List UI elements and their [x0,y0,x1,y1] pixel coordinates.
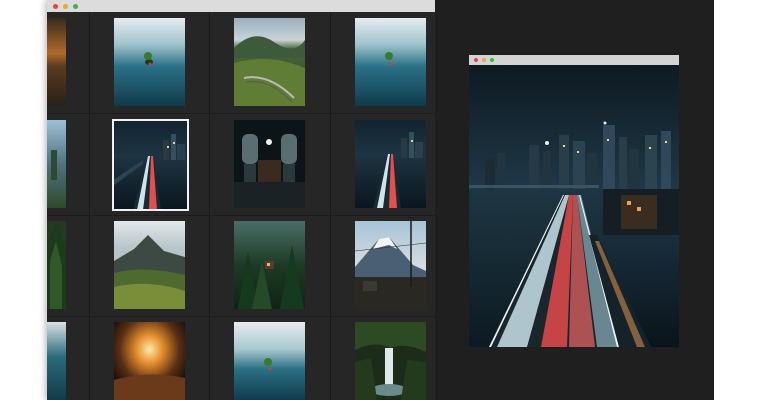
preview-window [469,55,679,347]
close-button[interactable] [53,4,58,9]
minimize-button[interactable] [482,58,486,62]
gallery-thumbnail-partial[interactable] [47,322,66,400]
gallery-thumbnail-lake-island[interactable] [114,18,185,106]
preview-titlebar[interactable] [469,55,679,65]
grid-divider [47,215,435,216]
gallery-thumbnail-fuji-powerlines[interactable] [355,221,426,309]
gallery-thumbnail-partial[interactable] [47,221,66,309]
gallery-thumbnail-green-valley[interactable] [234,18,305,106]
minimize-button[interactable] [63,4,68,9]
gallery-thumbnail-partial[interactable] [47,120,66,208]
preview-image-night-city-bridge[interactable] [469,65,679,347]
grid-divider [47,316,435,317]
gallery-window [47,0,435,400]
grid-divider [209,12,210,400]
grid-divider [47,113,435,114]
gallery-thumbnail-forest-cabin[interactable] [234,221,305,309]
gallery-thumbnail-dark-interior[interactable] [234,120,305,208]
gallery-thumbnail-partial[interactable] [47,18,66,106]
maximize-button[interactable] [73,4,78,9]
gallery-thumbnail-lake-island[interactable] [234,322,305,400]
gallery-thumbnail-waterfall-forest[interactable] [355,322,426,400]
grid-divider [330,12,331,400]
gallery-thumbnail-night-city-bridge[interactable] [355,120,426,208]
gallery-titlebar[interactable] [47,0,435,12]
maximize-button[interactable] [490,58,494,62]
gallery-thumbnail-sunset-light[interactable] [114,322,185,400]
close-button[interactable] [474,58,478,62]
gallery-thumbnail-lake-island[interactable] [355,18,426,106]
gallery-thumbnail-night-city-bridge-selected[interactable] [112,119,189,211]
grid-divider [89,12,90,400]
gallery-thumbnail-mountain-meadow[interactable] [114,221,185,309]
